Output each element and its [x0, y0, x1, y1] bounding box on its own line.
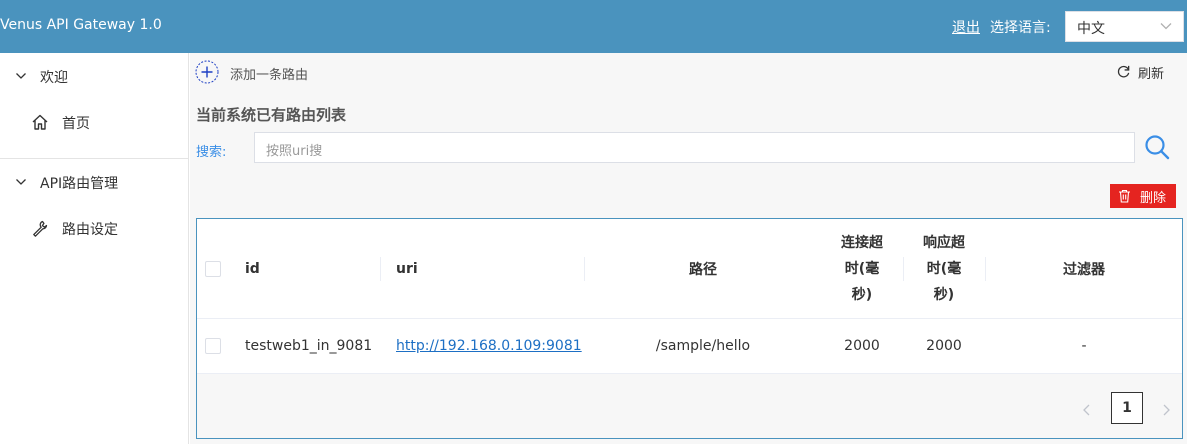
app-title: Venus API Gateway 1.0 — [0, 17, 162, 33]
sidebar-group-label: 欢迎 — [40, 70, 68, 86]
delete-button[interactable]: 删除 — [1110, 184, 1176, 208]
cell-id: testweb1_in_9081 — [245, 338, 373, 354]
cell-connect-timeout: 2000 — [844, 338, 880, 354]
column-separator — [903, 257, 904, 281]
chevron-down-icon — [16, 73, 26, 79]
column-header-path: 路径 — [689, 261, 717, 278]
language-select[interactable]: 中文 — [1065, 11, 1184, 42]
column-separator — [380, 257, 381, 281]
select-all-checkbox[interactable] — [205, 261, 221, 277]
add-route-label: 添加一条路由 — [230, 68, 309, 83]
column-header-response-timeout: 响应超时(毫秒) — [923, 234, 965, 303]
sidebar-item-route-settings[interactable]: 路由设定 — [0, 205, 189, 251]
table-header: id uri 路径 连接超时(毫秒) 响应超时(毫秒) 过滤器 — [197, 219, 1182, 319]
column-header-filters: 过滤器 — [1063, 261, 1105, 278]
sidebar-group-api-routes[interactable]: API路由管理 — [0, 159, 189, 205]
page-number[interactable]: 1 — [1111, 392, 1143, 424]
uri-link[interactable]: http://192.168.0.109:9081 — [396, 338, 582, 354]
main-content: 添加一条路由 刷新 当前系统已有路由列表 搜索: 按照uri搜 删除 id ur… — [190, 53, 1187, 444]
plus-circle-icon — [195, 60, 219, 84]
delete-label: 删除 — [1140, 191, 1167, 206]
column-header-id: id — [245, 260, 260, 277]
top-header: Venus API Gateway 1.0 退出 选择语言: 中文 — [0, 0, 1187, 53]
table-row[interactable]: testweb1_in_9081 http://192.168.0.109:90… — [197, 319, 1182, 374]
home-icon — [32, 114, 48, 130]
sidebar: 欢迎 首页 API路由管理 路由设定 — [0, 53, 189, 444]
column-header-connect-timeout: 连接超时(毫秒) — [841, 234, 883, 303]
sidebar-group-label: API路由管理 — [40, 176, 119, 192]
sidebar-item-home[interactable]: 首页 — [0, 99, 189, 145]
language-label: 选择语言: — [990, 20, 1051, 36]
wrench-icon — [33, 220, 48, 237]
cell-path: /sample/hello — [655, 338, 751, 354]
search-icon[interactable] — [1143, 133, 1171, 161]
cell-filters: - — [1081, 338, 1087, 354]
language-selected-value: 中文 — [1077, 21, 1105, 37]
search-label: 搜索: — [196, 145, 227, 160]
chevron-left-icon[interactable] — [1079, 402, 1095, 418]
row-checkbox[interactable] — [205, 338, 221, 354]
page-title: 当前系统已有路由列表 — [196, 106, 347, 124]
refresh-label: 刷新 — [1138, 67, 1165, 82]
cell-response-timeout: 2000 — [926, 338, 962, 354]
routes-table: id uri 路径 连接超时(毫秒) 响应超时(毫秒) 过滤器 testweb1… — [196, 218, 1183, 439]
search-input[interactable]: 按照uri搜 — [254, 132, 1135, 163]
column-header-uri: uri — [396, 260, 418, 277]
trash-icon — [1119, 189, 1130, 203]
logout-link[interactable]: 退出 — [952, 17, 980, 37]
sidebar-item-label: 路由设定 — [62, 222, 118, 238]
refresh-button[interactable]: 刷新 — [1116, 63, 1176, 82]
chevron-down-icon — [1160, 23, 1172, 30]
pagination: 1 — [197, 384, 1182, 440]
sidebar-item-label: 首页 — [62, 116, 90, 132]
chevron-down-icon — [16, 179, 26, 185]
sidebar-group-welcome[interactable]: 欢迎 — [0, 53, 189, 99]
chevron-right-icon[interactable] — [1158, 402, 1174, 418]
refresh-icon — [1117, 65, 1130, 78]
